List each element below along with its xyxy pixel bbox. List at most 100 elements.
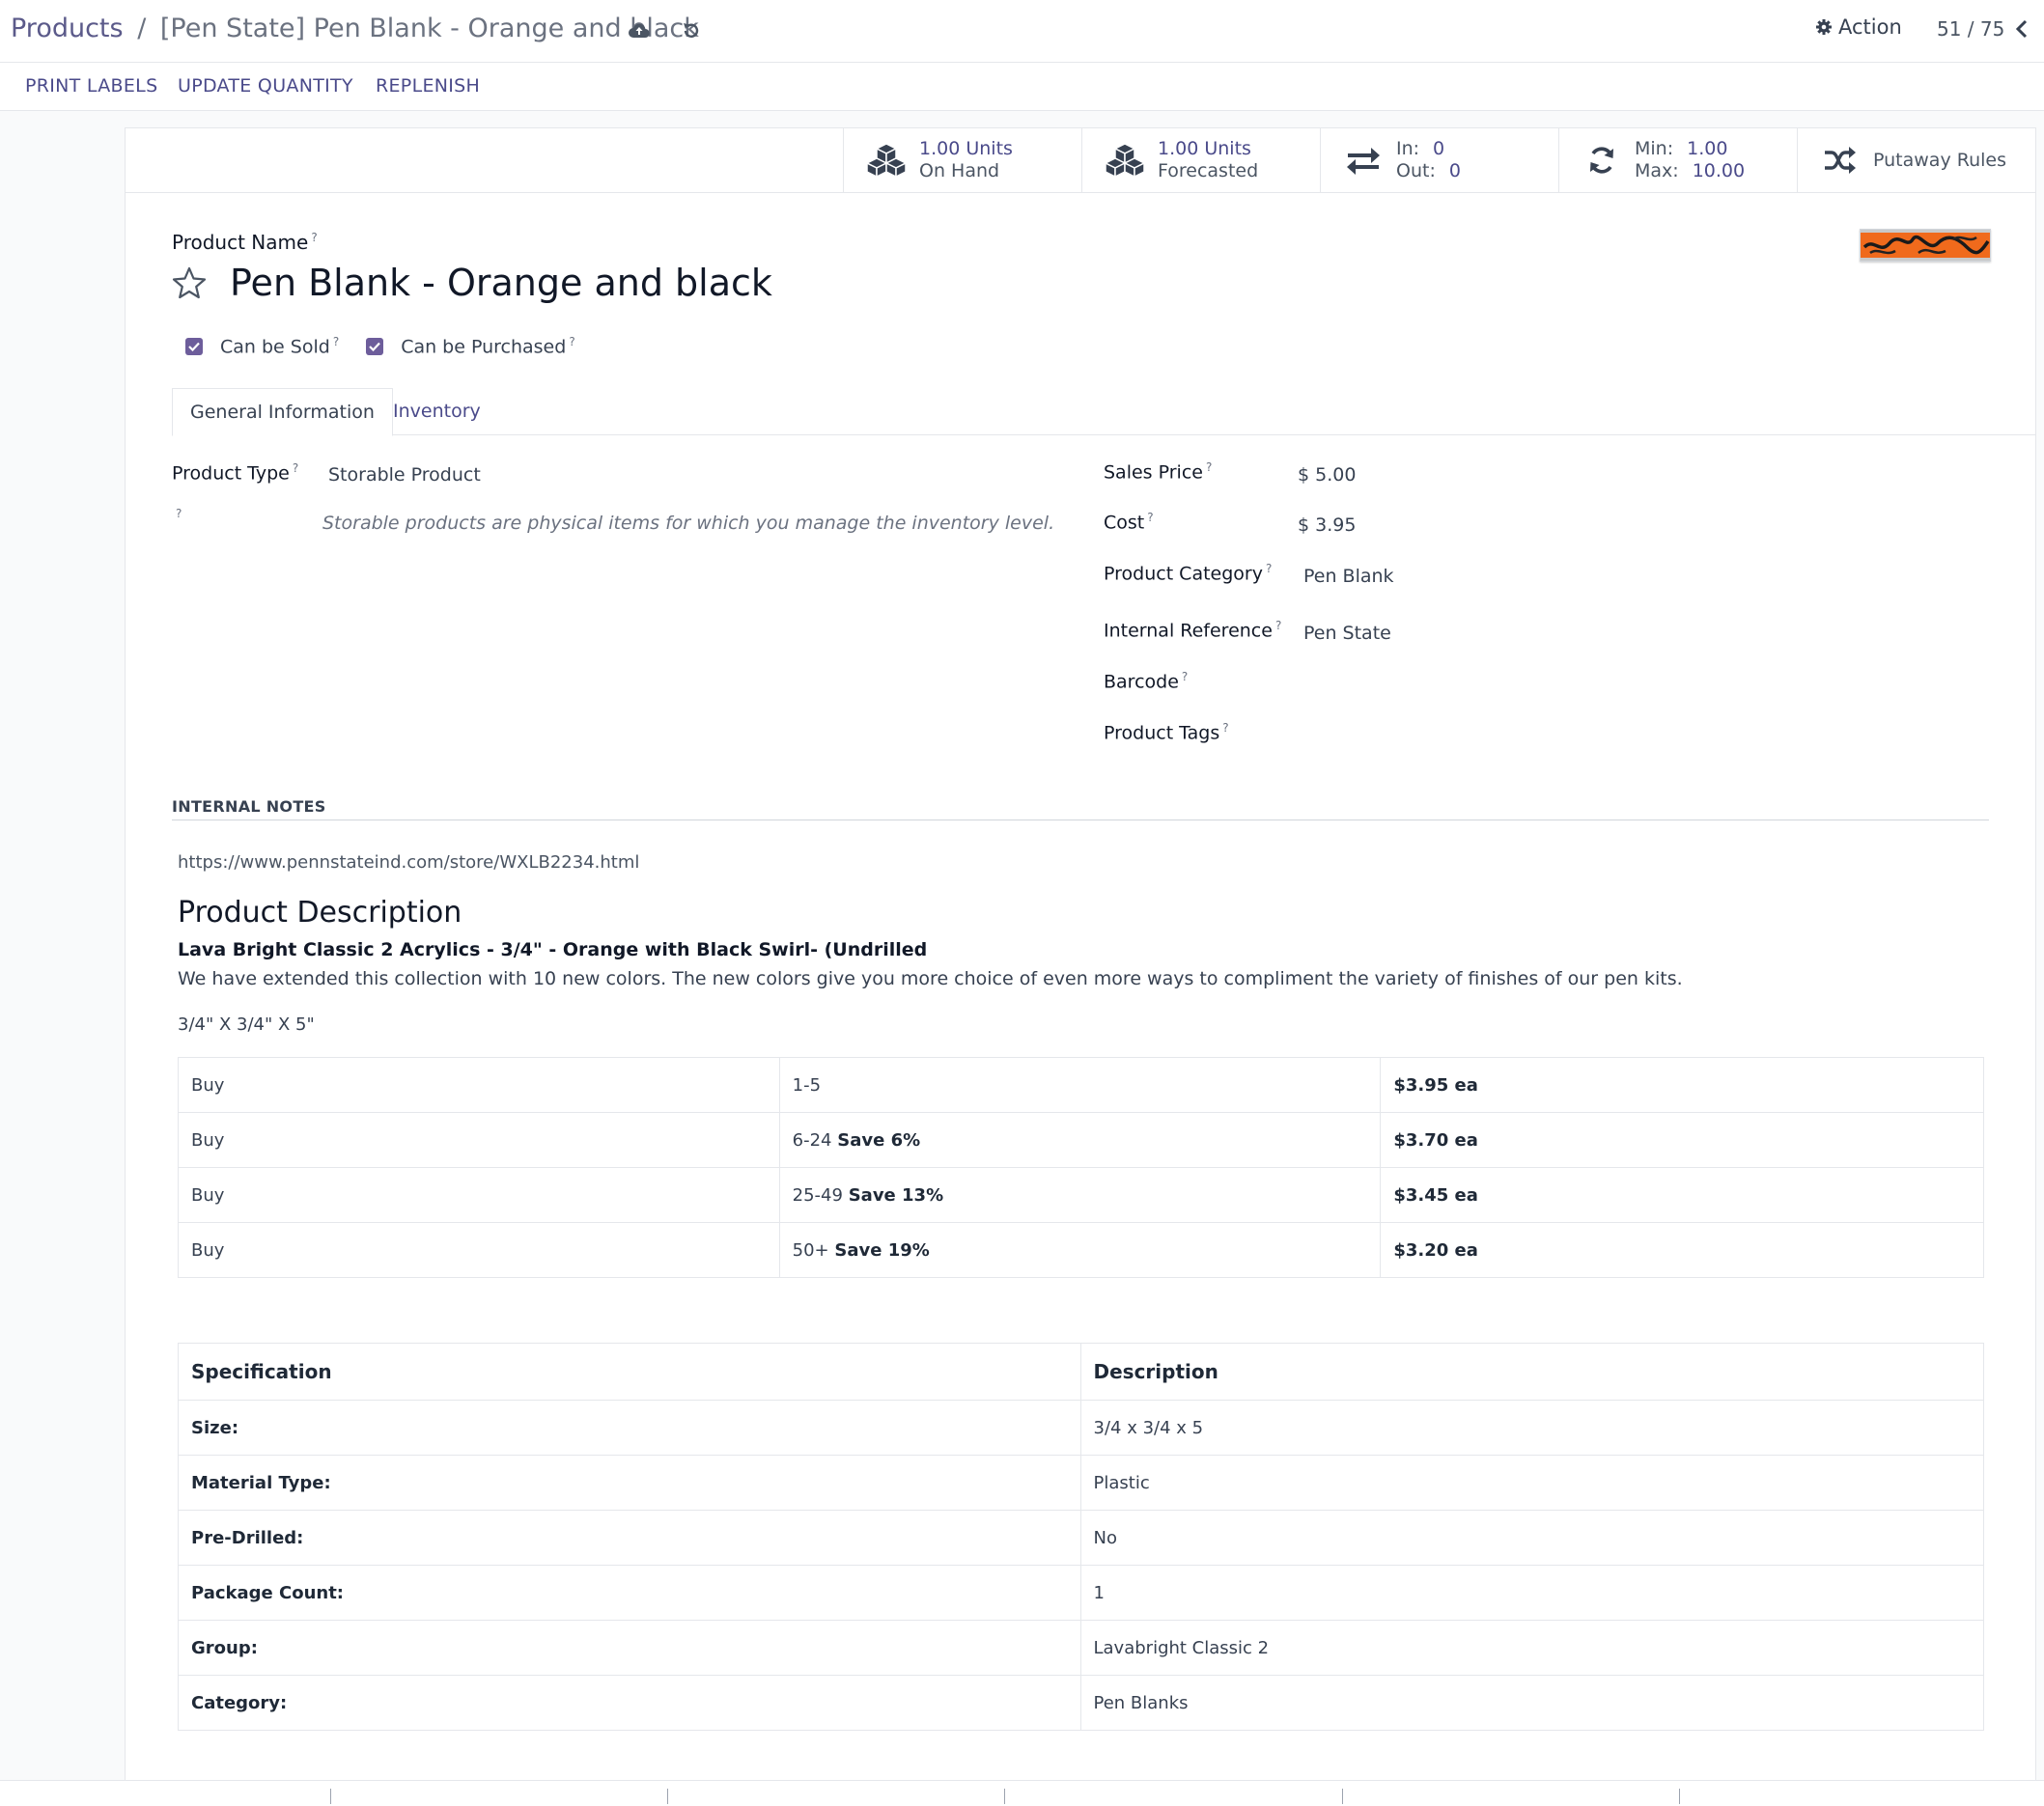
pricing-buy-cell: Buy	[178, 1222, 780, 1278]
update-quantity-button[interactable]: UPDATE QUANTITY	[178, 75, 353, 97]
spec-header-value: Description	[1079, 1343, 1984, 1401]
table-row: Pre-Drilled: No	[178, 1510, 1984, 1566]
product-description-heading: Product Description	[178, 896, 462, 930]
product-description-paragraph: We have extended this collection with 10…	[178, 968, 1683, 989]
out-value: 0	[1448, 160, 1461, 181]
sales-price-label: Sales Price?	[1104, 460, 1212, 483]
help-mark[interactable]: ?	[569, 335, 574, 348]
cloud-upload-icon	[629, 23, 650, 39]
breadcrumb-products-link[interactable]: Products	[11, 14, 124, 43]
forecasted-label: Forecasted	[1158, 160, 1259, 181]
in-value: 0	[1433, 138, 1445, 159]
help-mark[interactable]: ?	[311, 231, 317, 244]
spec-header-key: Specification	[178, 1343, 1081, 1401]
pricing-price-cell: $3.95 ea	[1380, 1057, 1984, 1113]
table-row: Package Count: 1	[178, 1565, 1984, 1621]
pricing-save: Save 6%	[837, 1129, 921, 1151]
cubes-icon	[867, 143, 906, 178]
product-category-field[interactable]: Pen Blank	[1303, 566, 1394, 587]
product-type-select[interactable]: Storable Product	[328, 464, 481, 486]
spec-value: Plastic	[1079, 1455, 1984, 1511]
spec-key: Group:	[178, 1620, 1081, 1676]
can-be-purchased-checkbox[interactable]	[366, 337, 384, 355]
help-mark[interactable]: ?	[1206, 460, 1212, 474]
can-be-sold-label: Can be Sold?	[220, 335, 339, 357]
putaway-rules-smart-button[interactable]: Putaway Rules	[1797, 128, 2036, 192]
max-label: Max:	[1635, 160, 1679, 181]
product-options: Can be Sold? Can be Purchased?	[185, 335, 602, 357]
refresh-icon	[1590, 147, 1613, 174]
pager-value[interactable]: 51 / 75	[1937, 17, 2004, 41]
product-name-field[interactable]: Pen Blank - Orange and black	[230, 262, 772, 304]
on-hand-smart-button[interactable]: 1.00 Units On Hand	[843, 128, 1081, 192]
product-category-label-text: Product Category	[1104, 563, 1263, 585]
notes-url-link[interactable]: https://www.pennstateind.com/store/WXLB2…	[178, 852, 639, 873]
pricing-price: $3.70 ea	[1393, 1129, 1478, 1151]
divider	[667, 1789, 668, 1804]
table-row: Group: Lavabright Classic 2	[178, 1620, 1984, 1676]
action-menu-button[interactable]: Action	[1815, 15, 1902, 39]
internal-reference-field[interactable]: Pen State	[1303, 623, 1391, 644]
discard-button[interactable]	[676, 15, 707, 46]
product-image[interactable]	[1860, 229, 1991, 262]
in-label: In:	[1396, 138, 1420, 159]
star-icon[interactable]	[172, 266, 207, 299]
pricing-price-cell: $3.20 ea	[1380, 1222, 1984, 1278]
table-row: Category: Pen Blanks	[178, 1675, 1984, 1731]
spec-key: Pre-Drilled:	[178, 1510, 1081, 1566]
spec-value: 1	[1079, 1565, 1984, 1621]
spec-key: Size:	[178, 1400, 1081, 1456]
internal-notes-heading: INTERNAL NOTES	[172, 797, 326, 816]
cost-label-text: Cost	[1104, 512, 1145, 534]
tab-general-information[interactable]: General Information	[172, 388, 393, 436]
control-panel: PRINT LABELS UPDATE QUANTITY REPLENISH	[0, 63, 2044, 111]
table-row: Material Type: Plastic	[178, 1455, 1984, 1511]
shuffle-icon	[1825, 147, 1856, 174]
pen-blank-image	[1861, 230, 1990, 261]
table-header-row: Specification Description	[178, 1343, 1984, 1401]
arrows-exchange-icon	[1347, 148, 1380, 175]
help-mark[interactable]: ?	[1222, 721, 1228, 735]
forecasted-smart-button[interactable]: 1.00 Units Forecasted	[1081, 128, 1320, 192]
in-out-smart-button[interactable]: In: 0 Out: 0	[1320, 128, 1558, 192]
pricing-table: Buy 1-5 $3.95 ea Buy 6-24 Save 6% $3.70 …	[178, 1057, 1984, 1278]
can-be-sold-checkbox[interactable]	[185, 337, 203, 355]
help-mark[interactable]: ?	[176, 507, 182, 520]
help-mark[interactable]: ?	[1182, 670, 1188, 683]
pricing-qty: 25-49	[792, 1184, 843, 1206]
print-labels-button[interactable]: PRINT LABELS	[25, 75, 157, 97]
divider	[330, 1789, 331, 1804]
spec-value: Pen Blanks	[1079, 1675, 1984, 1731]
breadcrumb-current: [Pen State] Pen Blank - Orange and black	[159, 14, 699, 43]
replenish-button[interactable]: REPLENISH	[376, 75, 480, 97]
cubes-icon	[1106, 143, 1144, 178]
product-type-label: Product Type?	[172, 461, 298, 484]
pricing-price: $3.95 ea	[1393, 1074, 1478, 1096]
pricing-price-cell: $3.70 ea	[1380, 1112, 1984, 1168]
top-bar: Products / [Pen State] Pen Blank - Orang…	[0, 0, 2044, 63]
pager-previous-button[interactable]	[2008, 14, 2035, 44]
product-title-row: Pen Blank - Orange and black	[172, 262, 772, 304]
help-mark[interactable]: ?	[1275, 619, 1281, 632]
save-cloud-button[interactable]	[624, 15, 655, 46]
spec-value: Lavabright Classic 2	[1079, 1620, 1984, 1676]
sales-price-field[interactable]: $ 5.00	[1298, 464, 1356, 486]
help-mark[interactable]: ?	[333, 335, 339, 348]
pricing-qty-cell: 6-24 Save 6%	[778, 1112, 1382, 1168]
min-max-smart-button[interactable]: Min: 1.00 Max: 10.00	[1558, 128, 1797, 192]
help-mark[interactable]: ?	[1147, 511, 1153, 524]
pricing-buy-cell: Buy	[178, 1057, 780, 1113]
divider	[1004, 1789, 1005, 1804]
tab-inventory[interactable]: Inventory	[376, 388, 498, 433]
help-mark[interactable]: ?	[293, 461, 298, 475]
product-tags-label: Product Tags?	[1104, 721, 1229, 743]
product-type-help-text: Storable products are physical items for…	[322, 513, 1055, 534]
cost-field[interactable]: $ 3.95	[1298, 514, 1356, 536]
help-mark[interactable]: ?	[1266, 562, 1272, 575]
spec-key: Category:	[178, 1675, 1081, 1731]
form-sheet: 1.00 Units On Hand 1.00 Units Forecasted	[125, 127, 2036, 1782]
internal-reference-label-text: Internal Reference	[1104, 620, 1273, 642]
pricing-price: $3.20 ea	[1393, 1239, 1478, 1261]
product-dimensions: 3/4" X 3/4" X 5"	[178, 1014, 315, 1035]
divider	[1679, 1789, 1680, 1804]
